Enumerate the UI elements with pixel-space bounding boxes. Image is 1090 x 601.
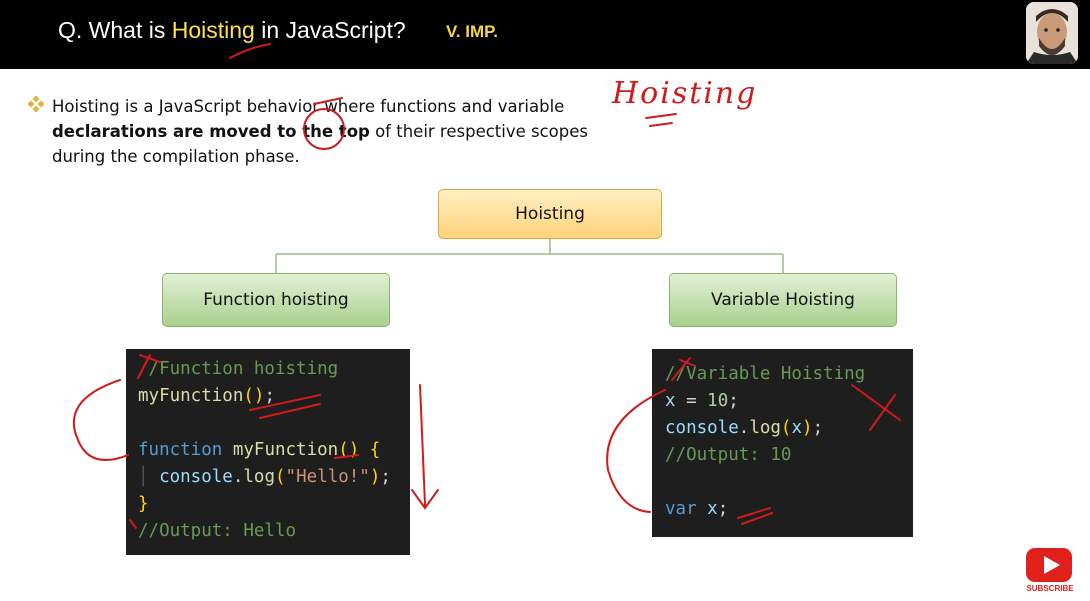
page-title: Q. What is Hoisting in JavaScript? xyxy=(58,17,406,44)
hoisting-underline-mark xyxy=(645,113,677,127)
subscribe-button[interactable]: SUBSCRIBE xyxy=(1024,546,1076,596)
curve-mark-left xyxy=(72,379,129,461)
definition-part1: Hoisting is a JavaScript behavior where … xyxy=(52,97,565,116)
definition-bold: declarations are moved to the top xyxy=(52,122,370,141)
assign-num: 10 xyxy=(707,391,729,411)
call-tail: ; xyxy=(264,386,275,406)
function-hoisting-code: //Function hoisting myFunction(); functi… xyxy=(126,349,410,555)
decl-name: myFunction xyxy=(232,440,339,460)
title-bar: Q. What is Hoisting in JavaScript? V. IM… xyxy=(0,0,1090,69)
assign-tail: ; xyxy=(728,391,739,411)
function-keyword: function xyxy=(138,440,223,460)
assign-var: x xyxy=(665,391,676,411)
code-output: //Output: Hello xyxy=(138,521,297,541)
code-close-brace: } xyxy=(138,494,149,514)
code-output-right: //Output: 10 xyxy=(665,445,792,465)
code-comment-right: //Variable Hoisting xyxy=(665,364,866,384)
hoisting-root-node: Hoisting xyxy=(438,189,662,239)
variable-hoisting-code: //Variable Hoisting x = 10; console.log(… xyxy=(652,349,913,537)
importance-badge: V. IMP. xyxy=(446,22,498,41)
youtube-play-icon xyxy=(1026,548,1072,582)
code-comment: //Function hoisting xyxy=(138,359,339,379)
body-method: log xyxy=(243,467,275,487)
assign-op: = xyxy=(675,391,708,411)
down-arrow-mark xyxy=(411,384,439,510)
log-arg: x xyxy=(791,418,803,438)
definition-text: Hoisting is a JavaScript behavior where … xyxy=(52,94,592,169)
log-method: log xyxy=(749,418,781,438)
title-highlight: Hoisting xyxy=(171,17,255,43)
code-log-line: console.log(x); xyxy=(665,418,824,438)
code-assign-line: x = 10; xyxy=(665,391,739,411)
subscribe-label: SUBSCRIBE xyxy=(1026,584,1074,593)
diamond-bullet-icon xyxy=(28,96,44,112)
presenter-face-icon xyxy=(1026,2,1078,64)
decl-var: x xyxy=(707,499,718,519)
handwritten-annotation: Hoisting xyxy=(612,76,758,111)
call-name: myFunction xyxy=(138,386,244,406)
log-object: console xyxy=(665,418,739,438)
code-body-line: │ console.log("Hello!"); xyxy=(138,467,391,487)
title-prefix: Q. What is xyxy=(58,17,172,43)
code-call-line: myFunction(); xyxy=(138,386,275,406)
var-keyword: var xyxy=(665,499,697,519)
function-hoisting-node: Function hoisting xyxy=(162,273,390,327)
variable-hoisting-node: Variable Hoisting xyxy=(669,273,897,327)
presenter-avatar xyxy=(1026,2,1078,64)
body-string: "Hello!" xyxy=(285,467,370,487)
code-var-decl: var x; xyxy=(665,499,729,519)
title-suffix: in JavaScript? xyxy=(254,17,406,43)
code-decl-line: function myFunction() { xyxy=(138,440,381,460)
body-object: console xyxy=(159,467,233,487)
